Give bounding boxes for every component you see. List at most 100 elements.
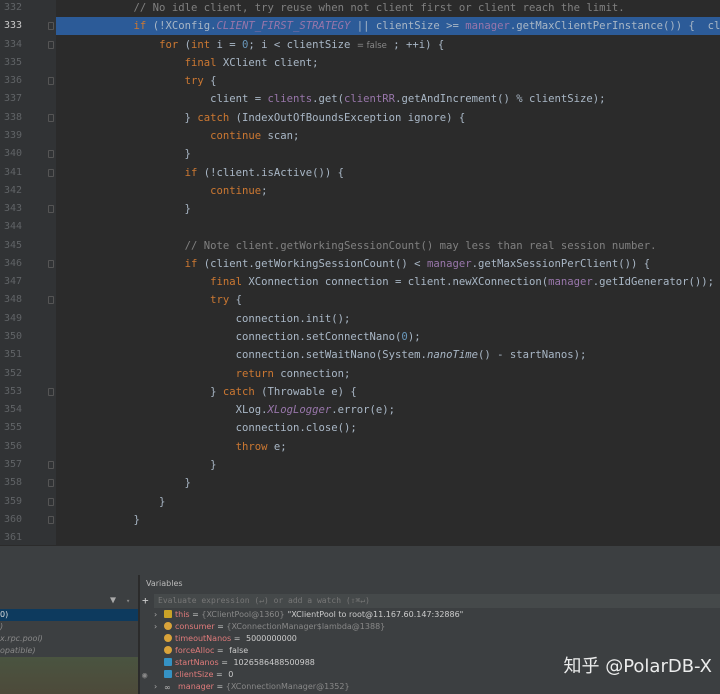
code-line[interactable]: 339 continue scan; — [0, 127, 720, 145]
code-line[interactable]: 338 } catch (IndexOutOfBoundsException i… — [0, 109, 720, 127]
code-line[interactable]: 357 } — [0, 456, 720, 474]
code-line[interactable]: 348 try { — [0, 291, 720, 309]
fold-marker-icon[interactable] — [48, 296, 54, 305]
code-line[interactable]: 360 } — [0, 511, 720, 529]
line-number[interactable]: 359 — [4, 493, 26, 511]
watch-glasses-icon[interactable]: ◉ — [142, 671, 147, 681]
code-line[interactable]: 358 } — [0, 474, 720, 492]
code-line[interactable]: 335 final XClient client; — [0, 54, 720, 72]
code-line[interactable]: 347 final XConnection connection = clien… — [0, 273, 720, 291]
code-token: .getMaxClientPerInstance()) { cl — [509, 20, 720, 33]
code-line[interactable]: 332 // No idle client, try reuse when no… — [0, 0, 720, 17]
variable-row[interactable]: timeoutNanos = 5000000000 — [154, 633, 297, 645]
fold-marker-icon[interactable] — [48, 479, 54, 488]
fold-marker-icon[interactable] — [48, 515, 54, 524]
code-line[interactable]: 356 throw e; — [0, 438, 720, 456]
line-number[interactable]: 348 — [4, 291, 26, 309]
code-editor[interactable]: 332 // No idle client, try reuse when no… — [0, 0, 720, 545]
fold-marker-icon[interactable] — [48, 387, 54, 396]
variable-row[interactable]: › consumer = {XConnectionManager$lambda@1… — [154, 621, 385, 633]
line-number[interactable]: 332 — [4, 0, 26, 17]
line-number[interactable]: 345 — [4, 237, 26, 255]
line-number[interactable]: 360 — [4, 511, 26, 529]
code-line[interactable]: 355 connection.close(); — [0, 419, 720, 437]
line-number[interactable]: 347 — [4, 273, 26, 291]
fold-marker-icon[interactable] — [48, 150, 54, 159]
fold-marker-icon[interactable] — [48, 22, 54, 31]
line-number[interactable]: 350 — [4, 328, 26, 346]
code-line[interactable]: 337 client = clients.get(clientRR.getAnd… — [0, 90, 720, 108]
line-number[interactable]: 335 — [4, 54, 26, 72]
line-number[interactable]: 355 — [4, 419, 26, 437]
code-line[interactable]: 350 connection.setConnectNano(0); — [0, 328, 720, 346]
fold-marker-icon[interactable] — [48, 113, 54, 122]
line-number[interactable]: 349 — [4, 310, 26, 328]
expand-chevron-icon[interactable]: › — [154, 609, 164, 621]
expand-chevron-icon[interactable]: › — [154, 681, 164, 693]
line-number[interactable]: 354 — [4, 401, 26, 419]
line-number[interactable]: 352 — [4, 365, 26, 383]
code-token: throw — [235, 440, 268, 453]
frame-item[interactable]: ) — [0, 621, 138, 633]
line-number[interactable]: 346 — [4, 255, 26, 273]
variable-row[interactable]: › this = {XClientPool@1360} "XClientPool t… — [154, 609, 463, 621]
line-number[interactable]: 338 — [4, 109, 26, 127]
code-line[interactable]: 343 } — [0, 200, 720, 218]
code-line[interactable]: 352 return connection; — [0, 365, 720, 383]
code-line[interactable]: 341 if (!client.isActive()) { — [0, 164, 720, 182]
line-number[interactable]: 339 — [4, 127, 26, 145]
code-line[interactable]: 344 — [0, 218, 720, 236]
line-number[interactable]: 341 — [4, 164, 26, 182]
fold-marker-icon[interactable] — [48, 40, 54, 49]
line-number[interactable]: 356 — [4, 438, 26, 456]
line-number[interactable]: 337 — [4, 90, 26, 108]
frame-item[interactable]: opatible) — [0, 645, 138, 657]
add-watch-icon[interactable]: + — [142, 594, 149, 607]
evaluate-expression-input[interactable]: Evaluate expression (↵) or add a watch (… — [154, 594, 720, 608]
code-line[interactable]: 349 connection.init(); — [0, 310, 720, 328]
fold-marker-icon[interactable] — [48, 497, 54, 506]
line-number[interactable]: 340 — [4, 145, 26, 163]
line-number[interactable]: 353 — [4, 383, 26, 401]
line-number[interactable]: 342 — [4, 182, 26, 200]
line-number[interactable]: 344 — [4, 218, 26, 236]
line-number[interactable]: 343 — [4, 200, 26, 218]
code-line[interactable]: 340 } — [0, 145, 720, 163]
code-text: } catch (Throwable e) { — [57, 383, 357, 401]
fold-marker-icon[interactable] — [48, 205, 54, 214]
variable-row[interactable]: startNanos = 1026586488500988 — [154, 657, 315, 669]
code-token: XClient client; — [216, 56, 319, 69]
code-line[interactable]: 336 try { — [0, 72, 720, 90]
line-number[interactable]: 336 — [4, 72, 26, 90]
line-number[interactable]: 357 — [4, 456, 26, 474]
code-line[interactable]: 353 } catch (Throwable e) { — [0, 383, 720, 401]
line-number[interactable]: 358 — [4, 474, 26, 492]
line-number[interactable]: 361 — [4, 529, 26, 545]
fold-marker-icon[interactable] — [48, 461, 54, 469]
code-token: } — [57, 513, 140, 526]
fold-marker-icon[interactable] — [48, 259, 54, 268]
variable-row[interactable]: › ∞ manager = {XConnectionManager@1352} — [154, 681, 350, 693]
frame-item[interactable]: x.rpc.pool) — [0, 633, 138, 645]
code-line[interactable]: 361 — [0, 529, 720, 545]
code-line[interactable]: 359 } — [0, 493, 720, 511]
fold-marker-icon[interactable] — [48, 168, 54, 177]
code-line[interactable]: 354 XLog.XLogLogger.error(e); — [0, 401, 720, 419]
code-line[interactable]: 333 if (!XConfig.CLIENT_FIRST_STRATEGY |… — [0, 17, 720, 36]
line-number[interactable]: 351 — [4, 346, 26, 364]
expand-chevron-icon[interactable]: › — [154, 621, 164, 633]
line-number[interactable]: 334 — [4, 36, 26, 54]
variable-row[interactable]: forceAlloc = false — [154, 645, 248, 657]
code-line[interactable]: 342 continue; — [0, 182, 720, 200]
dropdown-icon[interactable]: ▾ — [126, 597, 130, 605]
filter-icon[interactable]: ▼ — [110, 595, 116, 606]
code-line[interactable]: 334 for (int i = 0; i < clientSize = fal… — [0, 36, 720, 54]
variable-row[interactable]: clientSize = 0 — [154, 669, 233, 681]
code-line[interactable]: 345 // Note client.getWorkingSessionCoun… — [0, 237, 720, 255]
frame-item[interactable]: 0) — [0, 609, 138, 621]
code-line[interactable]: 346 if (client.getWorkingSessionCount() … — [0, 255, 720, 273]
code-text: return connection; — [57, 365, 351, 383]
fold-marker-icon[interactable] — [48, 77, 54, 86]
code-line[interactable]: 351 connection.setWaitNano(System.nanoTi… — [0, 346, 720, 364]
